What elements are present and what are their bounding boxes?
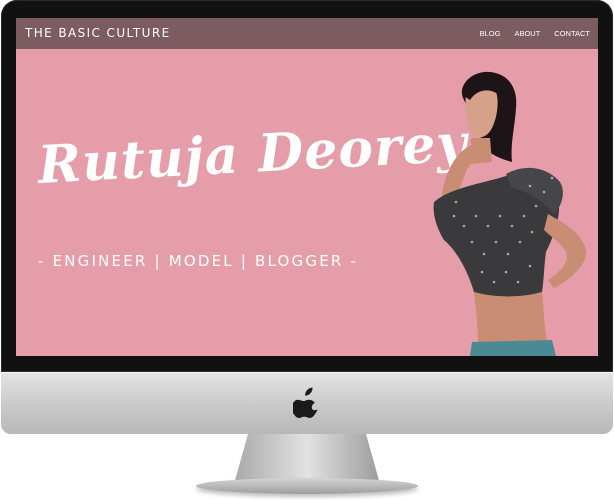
monitor-screen: THE BASIC CULTURE BLOG ABOUT CONTACT Rut… — [16, 18, 598, 356]
site-header: THE BASIC CULTURE BLOG ABOUT CONTACT — [16, 18, 598, 49]
nav-link-contact[interactable]: CONTACT — [554, 29, 590, 38]
site-logo[interactable]: THE BASIC CULTURE — [25, 26, 171, 40]
nav-link-about[interactable]: ABOUT — [514, 29, 540, 38]
monitor-stand-neck — [234, 434, 380, 484]
site-nav: BLOG ABOUT CONTACT — [480, 29, 590, 38]
hero-tagline: - ENGINEER | MODEL | BLOGGER - — [38, 252, 359, 270]
monitor-stand-base — [196, 478, 418, 494]
apple-logo-icon — [293, 387, 318, 418]
hero-model-photo — [433, 71, 587, 356]
desktop-monitor-mockup: THE BASIC CULTURE BLOG ABOUT CONTACT Rut… — [0, 0, 614, 500]
nav-link-blog[interactable]: BLOG — [480, 29, 501, 38]
